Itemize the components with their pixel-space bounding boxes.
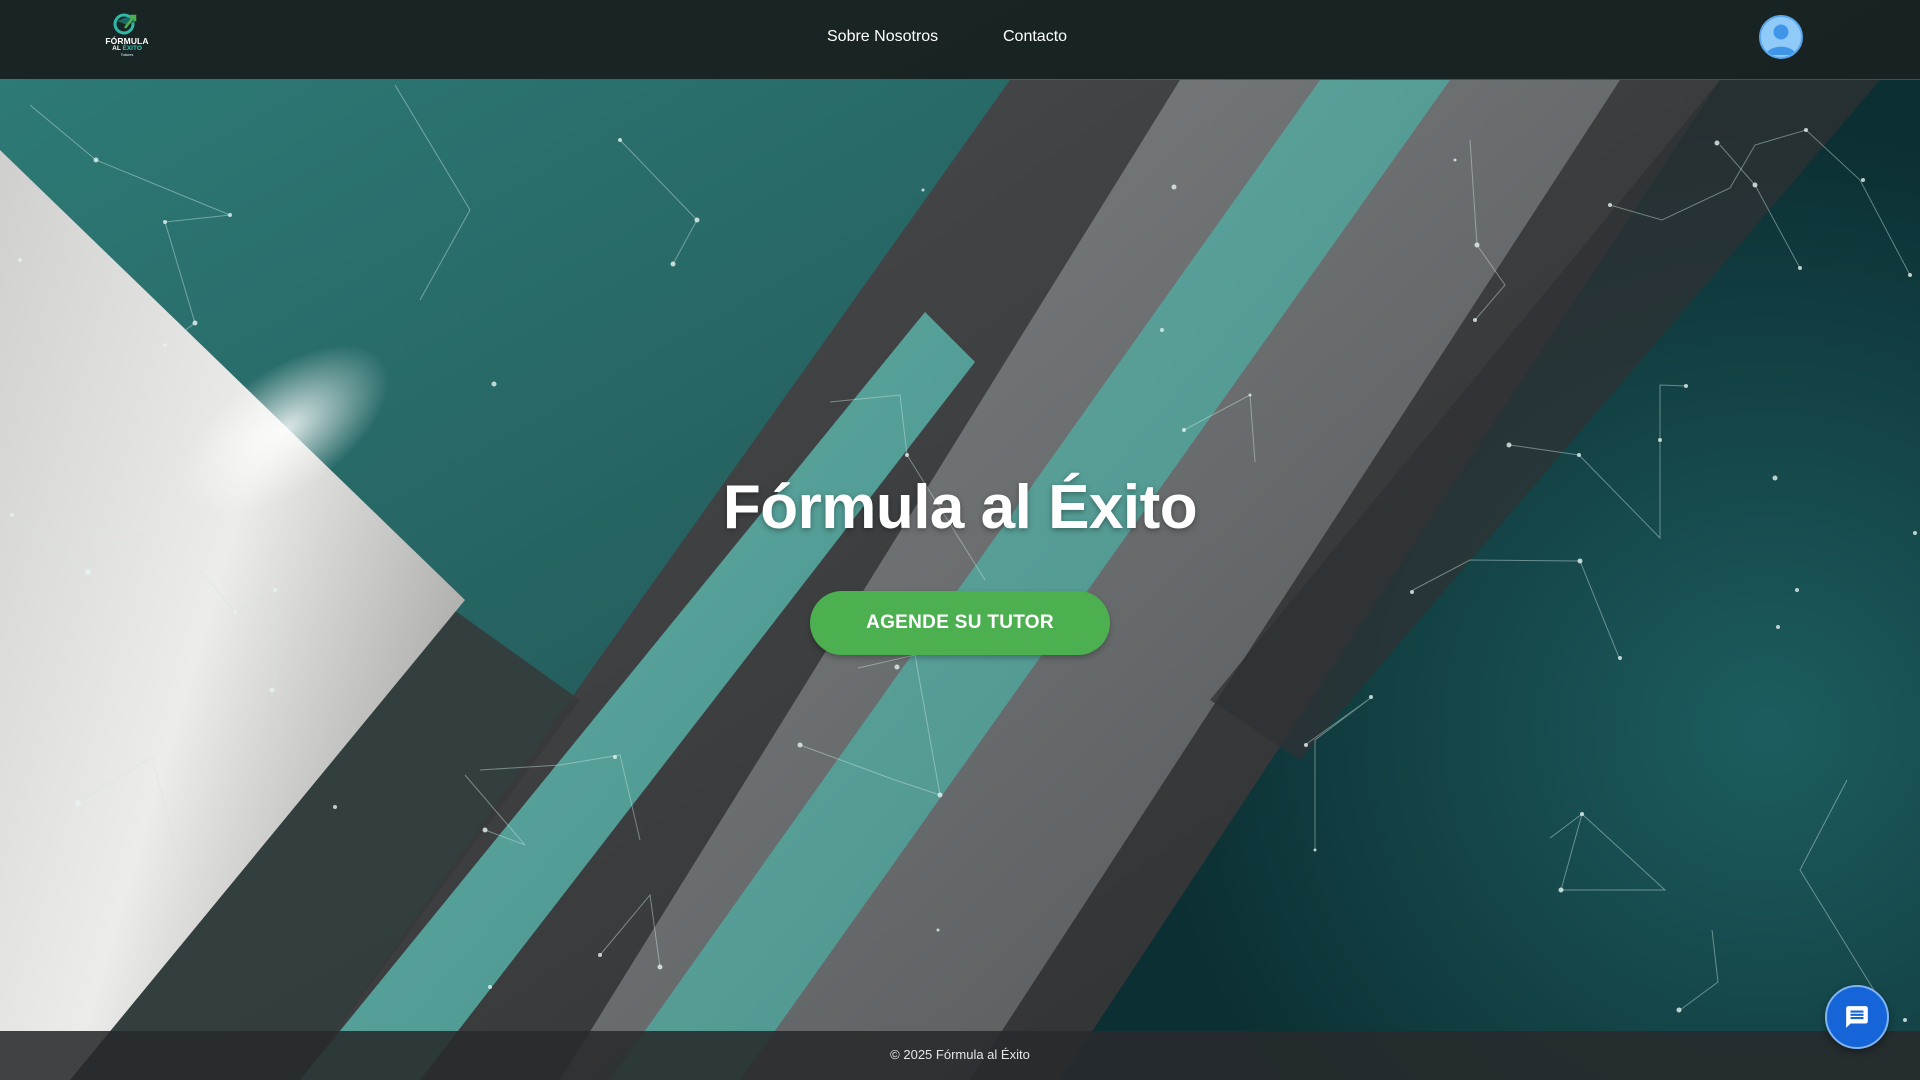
landing-page: FÓRMULA AL ÉXITO Tutores Sobre Nosotros … <box>0 0 1920 1080</box>
chat-button[interactable] <box>1825 985 1889 1049</box>
page-footer: © 2025 Fórmula al Éxito <box>0 1031 1920 1080</box>
nav-link-about[interactable]: Sobre Nosotros <box>827 28 938 46</box>
user-avatar-button[interactable] <box>1759 15 1803 59</box>
nav-link-contact[interactable]: Contacto <box>1003 28 1067 46</box>
graduation-cap-icon <box>113 13 137 35</box>
logo-wordmark-bottom: AL ÉXITO <box>112 45 142 52</box>
copyright-text: © 2025 Fórmula al Éxito <box>890 1047 1030 1062</box>
site-logo[interactable]: FÓRMULA AL ÉXITO Tutores <box>100 12 154 60</box>
logo-tagline: Tutores <box>120 53 134 57</box>
schedule-tutor-button[interactable]: AGENDE SU TUTOR <box>810 591 1110 655</box>
hero-title: Fórmula al Éxito <box>722 473 1198 542</box>
main-navigation: Sobre Nosotros Contacto <box>0 0 1920 79</box>
top-navigation-bar: FÓRMULA AL ÉXITO Tutores Sobre Nosotros … <box>0 0 1920 79</box>
user-avatar-icon <box>1766 24 1796 55</box>
chat-message-icon <box>1846 1006 1868 1028</box>
